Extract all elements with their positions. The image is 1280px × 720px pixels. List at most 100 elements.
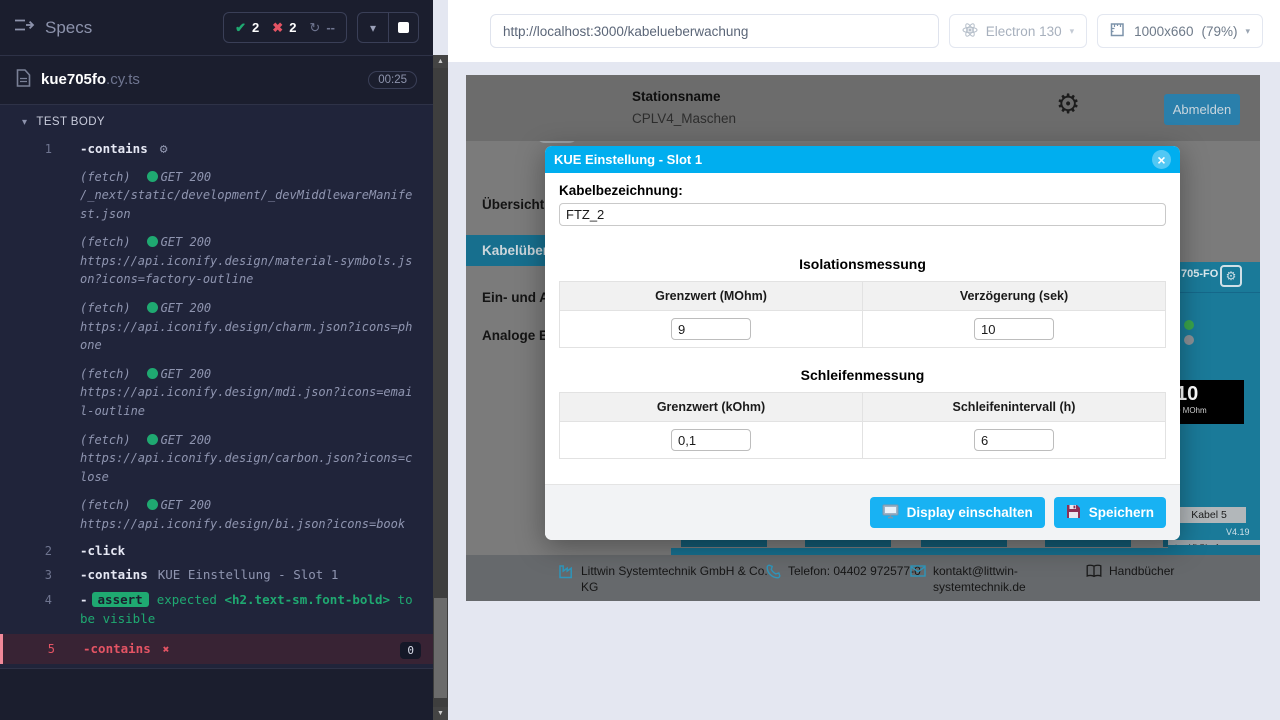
monitor-icon	[882, 504, 899, 522]
specs-menu-icon[interactable]	[14, 17, 35, 38]
cable-designation-label: Kabelbezeichnung:	[559, 183, 1166, 198]
check-icon: ✔	[235, 20, 246, 36]
runner-controls: ▾	[357, 12, 419, 43]
phone-icon	[766, 563, 781, 584]
browser-selector[interactable]: Electron 130 ▾	[949, 14, 1087, 48]
stat-pending: ↻--	[309, 20, 335, 36]
logout-button[interactable]: Abmelden	[1164, 94, 1240, 125]
version-label: V4.19	[1226, 527, 1250, 537]
stop-button[interactable]	[388, 13, 418, 42]
fetch-log-row[interactable]: (fetch)GET 200 https://api.iconify.desig…	[0, 426, 433, 492]
footer-manuals[interactable]: Handbücher	[1086, 563, 1174, 583]
gear-icon: ⚙	[160, 142, 168, 157]
viewport-zoom: (79%)	[1201, 24, 1237, 39]
command-row-assert[interactable]: 4 -assertexpected <h2.text-sm.font-bold>…	[0, 588, 433, 632]
settings-gear-icon[interactable]: ⚙	[1056, 91, 1080, 118]
envelope-icon	[910, 563, 926, 595]
fail-cross-icon: ✖	[163, 643, 170, 656]
cable-designation-input[interactable]	[559, 203, 1166, 226]
isolation-limit-input[interactable]	[671, 318, 751, 340]
fetch-url: /_next/static/development/_devMiddleware…	[80, 186, 419, 223]
viewport-size: 1000x660	[1134, 24, 1193, 39]
isolation-section-title: Isolationsmessung	[559, 256, 1166, 272]
fetch-url: https://api.iconify.design/material-symb…	[80, 252, 419, 289]
spec-ext: .cy.ts	[106, 71, 140, 88]
stop-icon	[398, 22, 409, 33]
table-cell	[560, 422, 863, 459]
stat-passed: ✔2	[235, 20, 259, 36]
status-dot-icon	[147, 171, 158, 182]
cross-icon: ✖	[272, 20, 283, 36]
station-label: Stationsname	[632, 89, 736, 104]
measurement-display: 10 0 MOhm	[1170, 380, 1244, 424]
factory-icon	[558, 563, 574, 595]
display-on-button[interactable]: Display einschalten	[870, 497, 1045, 528]
isolation-table: Grenzwert (MOhm) Verzögerung (sek)	[559, 281, 1166, 348]
status-dot-icon	[147, 236, 158, 247]
reporter-scrollbar[interactable]: ▲ ▼	[433, 55, 448, 720]
status-gray-dot	[1184, 335, 1194, 345]
assert-badge: assert	[92, 592, 149, 607]
command-row-click[interactable]: 2 -click	[0, 539, 433, 564]
chevron-down-icon: ▾	[1245, 26, 1250, 37]
browser-bar: Electron 130 ▾ 1000x660 (79%) ▾	[448, 0, 1280, 62]
divider	[0, 668, 433, 669]
loop-col-limit: Grenzwert (kOhm)	[560, 393, 863, 422]
status-dot-icon	[147, 499, 158, 510]
fetch-url: https://api.iconify.design/charm.json?ic…	[80, 318, 419, 355]
loop-section-title: Schleifenmessung	[559, 367, 1166, 383]
loop-interval-input[interactable]	[974, 429, 1054, 451]
isolation-col-limit: Grenzwert (MOhm)	[560, 282, 863, 311]
floppy-disk-icon	[1066, 504, 1081, 522]
loop-limit-input[interactable]	[671, 429, 751, 451]
command-row-contains-1[interactable]: 1 -contains⚙	[0, 137, 433, 163]
close-icon[interactable]: ×	[1152, 150, 1171, 169]
book-icon	[1086, 563, 1102, 583]
viewport-selector[interactable]: 1000x660 (79%) ▾	[1097, 14, 1263, 48]
refresh-icon: ↻	[309, 20, 320, 36]
slot-card-title: 705-FO	[1181, 268, 1218, 280]
url-input[interactable]	[490, 14, 939, 48]
app-footer: Littwin Systemtechnik GmbH & Co. KG Tele…	[466, 555, 1260, 601]
cypress-reporter: Specs ✔2 ✖2 ↻-- ▾ kue705fo.cy.ts 00:25 ▾…	[0, 0, 433, 720]
cable-name-label: Kabel 5	[1172, 507, 1246, 523]
chevron-down-icon: ▾	[22, 117, 27, 128]
fetch-url: https://api.iconify.design/bi.json?icons…	[80, 515, 419, 534]
reporter-header: Specs ✔2 ✖2 ↻-- ▾	[0, 0, 433, 55]
fetch-log-row[interactable]: (fetch)GET 200 https://api.iconify.desig…	[0, 228, 433, 294]
specs-label[interactable]: Specs	[45, 18, 92, 38]
spec-name: kue705fo	[41, 71, 106, 88]
test-stats: ✔2 ✖2 ↻--	[223, 12, 347, 43]
scroll-down-icon[interactable]: ▼	[433, 707, 448, 720]
spec-row[interactable]: kue705fo.cy.ts 00:25	[0, 56, 433, 104]
chevron-down-icon: ▾	[370, 21, 376, 35]
chevron-down-icon: ▾	[1070, 26, 1075, 37]
modal-body: Kabelbezeichnung: Isolationsmessung Gren…	[545, 173, 1180, 459]
fetch-log-row[interactable]: (fetch)GET 200 https://api.iconify.desig…	[0, 360, 433, 426]
assert-element: <h2.text-sm.font-bold>	[224, 592, 390, 607]
contains-value: KUE Einstellung - Slot 1	[158, 567, 339, 582]
scroll-up-icon[interactable]: ▲	[433, 55, 448, 68]
browser-name: Electron 130	[986, 24, 1062, 39]
save-button[interactable]: Speichern	[1054, 497, 1166, 528]
fetch-log-row[interactable]: (fetch)GET 200 https://api.iconify.desig…	[0, 491, 433, 538]
electron-icon	[962, 22, 978, 41]
command-row-contains-failed[interactable]: 5 -contains✖ 0	[0, 634, 433, 665]
collapse-button[interactable]: ▾	[358, 13, 388, 42]
app-header: Stationsname CPLV4_Maschen ⚙ Abmelden	[466, 75, 1260, 141]
command-row-contains-3[interactable]: 3 -containsKUE Einstellung - Slot 1	[0, 563, 433, 588]
modal-title: KUE Einstellung - Slot 1	[554, 152, 702, 167]
slot-gear-icon[interactable]: ⚙	[1220, 265, 1242, 287]
isolation-delay-input[interactable]	[974, 318, 1054, 340]
fetch-log-row[interactable]: (fetch)GET 200 /_next/static/development…	[0, 163, 433, 229]
fail-count-badge: 0	[400, 642, 421, 659]
station-value: CPLV4_Maschen	[632, 111, 736, 126]
loop-table: Grenzwert (kOhm) Schleifenintervall (h)	[559, 392, 1166, 459]
fetch-log-row[interactable]: (fetch)GET 200 https://api.iconify.desig…	[0, 294, 433, 360]
status-dot-icon	[147, 302, 158, 313]
table-cell	[863, 311, 1166, 348]
test-body-header[interactable]: ▾ TEST BODY	[0, 105, 433, 137]
scrollbar-thumb[interactable]	[434, 598, 447, 698]
station-info: Stationsname CPLV4_Maschen	[632, 89, 736, 126]
fetch-url: https://api.iconify.design/mdi.json?icon…	[80, 383, 419, 420]
